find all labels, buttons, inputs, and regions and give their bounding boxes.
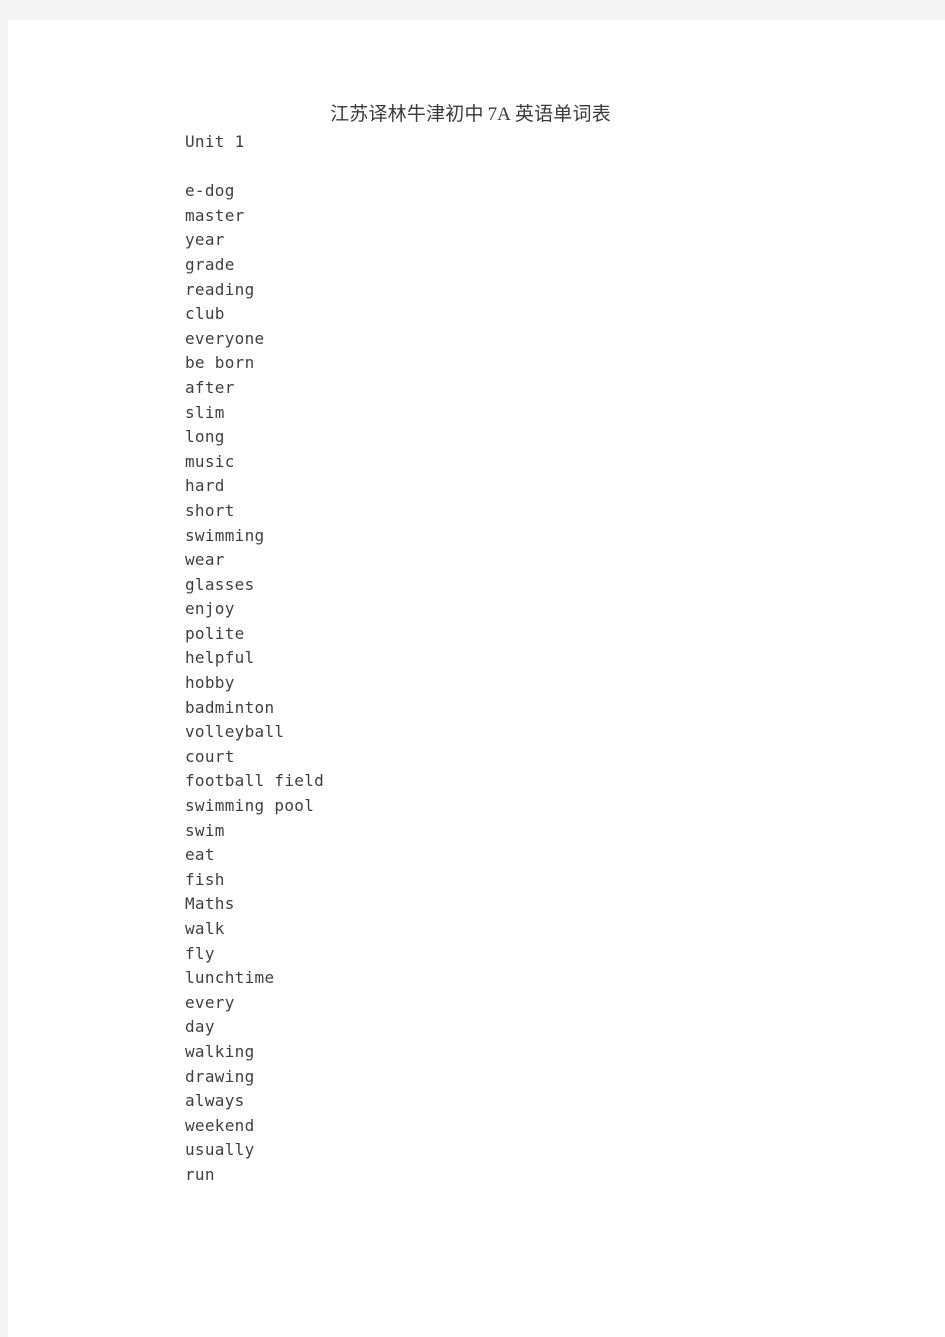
list-item: glasses [185,574,255,594]
list-item: usually [185,1140,255,1160]
list-item: football field [185,771,325,791]
list-item: day [185,1017,215,1037]
list-item: wear [185,550,225,570]
document-body: Unit 1 e-dog master year grade reading club ev… [185,130,885,1188]
page-title: 江苏译林牛津初中 7A 英语单词表 [8,102,945,128]
list-item: slim [185,402,225,422]
list-item: walk [185,919,225,938]
list-item: hobby [185,673,235,693]
list-item: master [185,205,245,225]
list-item: reading [185,279,255,299]
list-item: everyone [185,328,265,348]
list-item: walking [185,1041,255,1061]
list-item: court [185,746,235,766]
list-item: eat [185,845,215,865]
list-item: badminton [185,697,275,717]
list-item: year [185,230,225,250]
list-item: after [185,377,235,397]
list-item: Maths [185,894,235,914]
list-item: hard [185,476,225,496]
list-item: swimming pool [185,796,315,816]
vocabulary-word-list: e-dog master year grade reading club everyone b… [185,179,885,1187]
document-page: 江苏译林牛津初中 7A 英语单词表 Unit 1 e-dog master year gr… [8,20,945,1337]
page-title-cjk-leading: 江苏译林牛津初中 [330,104,484,125]
list-item: helpful [185,648,255,668]
list-item: long [185,427,225,447]
list-item: volleyball [185,722,285,742]
list-item: polite [185,623,245,643]
list-item: fly [185,943,215,963]
blank-line-spacer [185,155,885,180]
unit-heading: Unit 1 [185,132,245,151]
list-item: lunchtime [185,968,275,988]
list-item: fish [185,869,225,889]
list-item: swim [185,820,225,840]
list-item: every [185,992,235,1012]
page-title-latin: 7A [487,104,511,125]
list-item: club [185,304,225,324]
list-item: e-dog [185,181,235,201]
list-item: music [185,451,235,471]
list-item: run [185,1164,215,1184]
list-item: grade [185,254,235,274]
list-item: always [185,1091,245,1111]
list-item: enjoy [185,599,235,619]
list-item: swimming [185,525,265,545]
list-item: weekend [185,1115,255,1135]
list-item: drawing [185,1066,255,1086]
page-title-cjk-trailing: 英语单词表 [514,104,611,125]
list-item: short [185,500,235,520]
list-item: be born [185,353,255,373]
